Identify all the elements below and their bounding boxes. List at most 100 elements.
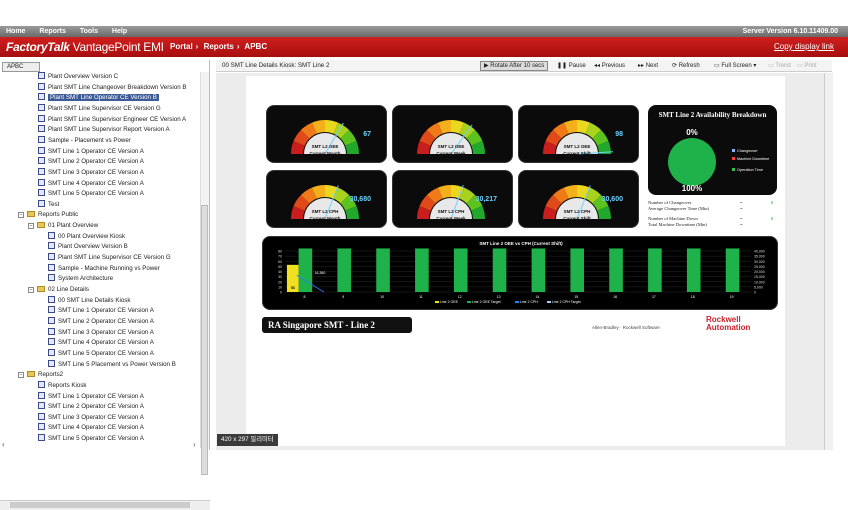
x-tick-label: 16	[613, 295, 617, 299]
report-tree: Plant Overview Version C Plant SMT Line C…	[0, 72, 200, 450]
folder-icon	[27, 211, 35, 218]
report-icon	[38, 125, 45, 133]
tab-apbc[interactable]: APBC	[2, 62, 40, 72]
tree-item-label: Reports Kiosk	[48, 381, 87, 389]
tree-item[interactable]: Test	[38, 199, 59, 210]
navigation-pane: APBC Plant Overview Version C Plant SMT L…	[0, 60, 210, 510]
report-icon	[38, 412, 45, 420]
tree-item[interactable]: SMT Line 2 Operator CE Version A	[38, 402, 144, 412]
gauge-sublabel: Current Week	[436, 216, 466, 221]
tree-item[interactable]: Plant SMT Line Supervisor CE Version G	[48, 253, 171, 263]
tree-item[interactable]: Plant SMT Line Operator CE Version B	[38, 93, 159, 103]
tree-item[interactable]: Plant Overview Version B	[48, 242, 128, 252]
y-tick-right: 10,000	[754, 280, 765, 284]
scroll-right-icon[interactable]: ›	[193, 440, 196, 449]
legend-swatch	[467, 301, 471, 303]
gauge-sublabel: Current Month	[310, 216, 341, 221]
server-version: Server Version 6.10.11409.00	[742, 28, 838, 35]
tree-item-label: 00 Plant Overview Kiosk	[58, 232, 126, 240]
tree-item[interactable]: Sample - Machine Running vs Power	[48, 263, 160, 274]
menu-reports[interactable]: Reports	[33, 26, 71, 37]
next-button[interactable]: ▸▸ Next	[634, 61, 662, 71]
tree-item-label: SMT Line 4 Operator CE Version A	[58, 339, 154, 347]
copy-display-link[interactable]: Copy display link	[774, 42, 834, 51]
tree-item-label: Plant SMT Line Operator CE Version B	[48, 94, 159, 102]
report-icon	[38, 114, 45, 122]
tree-item[interactable]: SMT Line 4 Operator CE Version A	[48, 338, 154, 348]
tree-item-label: SMT Line 1 Operator CE Version A	[48, 392, 144, 400]
tree-item[interactable]: − 01 Plant Overview	[28, 221, 98, 231]
print-button[interactable]: ▭ Print	[793, 61, 821, 71]
tree-item[interactable]: Plant Overview Version C	[38, 72, 118, 82]
gauge-value: 98	[615, 131, 623, 138]
rotate-button[interactable]: ▶ Rotate After 10 secs	[480, 61, 549, 71]
trend-button[interactable]: ▭ Trend	[764, 61, 795, 71]
brand-rest: VantagePoint EMI	[69, 40, 164, 54]
collapse-icon[interactable]: −	[18, 372, 24, 379]
tree-item[interactable]: SMT Line 2 Operator CE Version A	[38, 157, 144, 167]
tree-item[interactable]: SMT Line 1 Operator CE Version A	[48, 306, 154, 316]
tree-item[interactable]: SMT Line 4 Operator CE Version A	[38, 423, 144, 433]
menu-home[interactable]: Home	[0, 26, 31, 37]
availability-pie: 0% 100% Changeover Machine Downtime Oper…	[668, 128, 769, 193]
tree-item[interactable]: − Reports2	[18, 370, 63, 380]
refresh-button[interactable]: ⟳ Refresh	[668, 61, 704, 71]
scroll-left-icon[interactable]: ‹	[2, 440, 5, 449]
y-tick-left: 50	[278, 265, 282, 269]
bar-oee-target	[453, 248, 468, 292]
bar-oee-target	[337, 248, 352, 292]
tree-item[interactable]: Plant SMT Line Supervisor CE Version G	[38, 103, 161, 114]
tree-item[interactable]: SMT Line 4 Operator CE Version A	[38, 178, 144, 189]
collapse-icon[interactable]: −	[28, 287, 34, 293]
tree-item[interactable]: SMT Line 3 Operator CE Version A	[48, 327, 154, 338]
bar-oee-target	[531, 248, 546, 292]
bar-oee-target	[492, 248, 507, 292]
collapse-icon[interactable]: −	[28, 223, 34, 230]
menu-tools[interactable]: Tools	[74, 26, 104, 37]
gauge-sublabel: Current Month	[310, 151, 341, 156]
rockwell-logo: Rockwell Automation	[706, 315, 751, 332]
tree-item[interactable]: SMT Line 5 Placement vs Power Version B	[48, 359, 176, 370]
breadcrumb-reports[interactable]: Reports	[204, 42, 234, 51]
tree-item-label: 01 Plant Overview	[48, 222, 99, 230]
report-icon	[38, 157, 45, 165]
tree-item[interactable]: − 02 Line Details	[28, 285, 89, 295]
viewport-scrollbar[interactable]	[824, 73, 833, 450]
tree-item[interactable]: Sample - Placement vs Power	[38, 135, 131, 146]
tree-item[interactable]: 00 SMT Line Details Kiosk	[48, 295, 131, 306]
tree-item[interactable]: − Reports Public	[18, 210, 78, 220]
tree-item[interactable]: SMT Line 5 Operator CE Version A	[48, 348, 154, 359]
tree-scroll-thumb[interactable]	[201, 205, 208, 475]
tree-item[interactable]: SMT Line 3 Operator CE Version A	[38, 167, 144, 178]
tree-item[interactable]: System Architecture	[48, 274, 113, 284]
x-tick-label: 14	[535, 295, 539, 299]
tree-item[interactable]: Plant SMT Line Supervisor Report Version…	[38, 125, 170, 135]
tree-item-label: SMT Line 2 Operator CE Version A	[48, 403, 144, 411]
gauge-value: 30,680	[350, 196, 372, 203]
tree-item[interactable]: Plant SMT Line Supervisor Engineer CE Ve…	[38, 114, 186, 125]
tree-item[interactable]: Reports Kiosk	[38, 380, 87, 391]
gauge-label: SMT L2 OEE	[438, 144, 465, 149]
pause-button[interactable]: ❚❚ Pause	[553, 61, 590, 71]
tree-item[interactable]: SMT Line 5 Operator CE Version A	[38, 434, 144, 444]
menu-help[interactable]: Help	[106, 26, 133, 37]
bar-oee-target	[298, 248, 313, 292]
tree-item[interactable]: SMT Line 3 Operator CE Version A	[38, 412, 144, 423]
full-screen-button[interactable]: ▭ Full Screen ▾	[710, 61, 760, 71]
tree-item[interactable]: SMT Line 2 Operator CE Version A	[48, 316, 154, 327]
tree-item[interactable]: 00 Plant Overview Kiosk	[48, 231, 126, 242]
y-tick-right: 25,000	[754, 265, 765, 269]
tree-item[interactable]: SMT Line 1 Operator CE Version A	[38, 391, 144, 402]
report-icon	[38, 135, 45, 143]
tree-item-label: Plant SMT Line Changeover Breakdown Vers…	[48, 83, 187, 91]
breadcrumb-portal[interactable]: Portal	[170, 42, 193, 51]
report-icon	[38, 423, 45, 431]
tree-item[interactable]: Plant SMT Line Changeover Breakdown Vers…	[38, 82, 187, 93]
tree-item[interactable]: SMT Line 5 Operator CE Version A	[38, 189, 144, 199]
tree-hscroll-thumb[interactable]	[10, 502, 190, 508]
tree-item-label: 00 SMT Line Details Kiosk	[58, 296, 131, 304]
previous-button[interactable]: ◂◂ Previous	[590, 61, 629, 71]
collapse-icon[interactable]: −	[18, 212, 24, 219]
gauge-sublabel: Current Shift	[563, 151, 591, 156]
tree-item[interactable]: SMT Line 1 Operator CE Version A	[38, 146, 144, 157]
